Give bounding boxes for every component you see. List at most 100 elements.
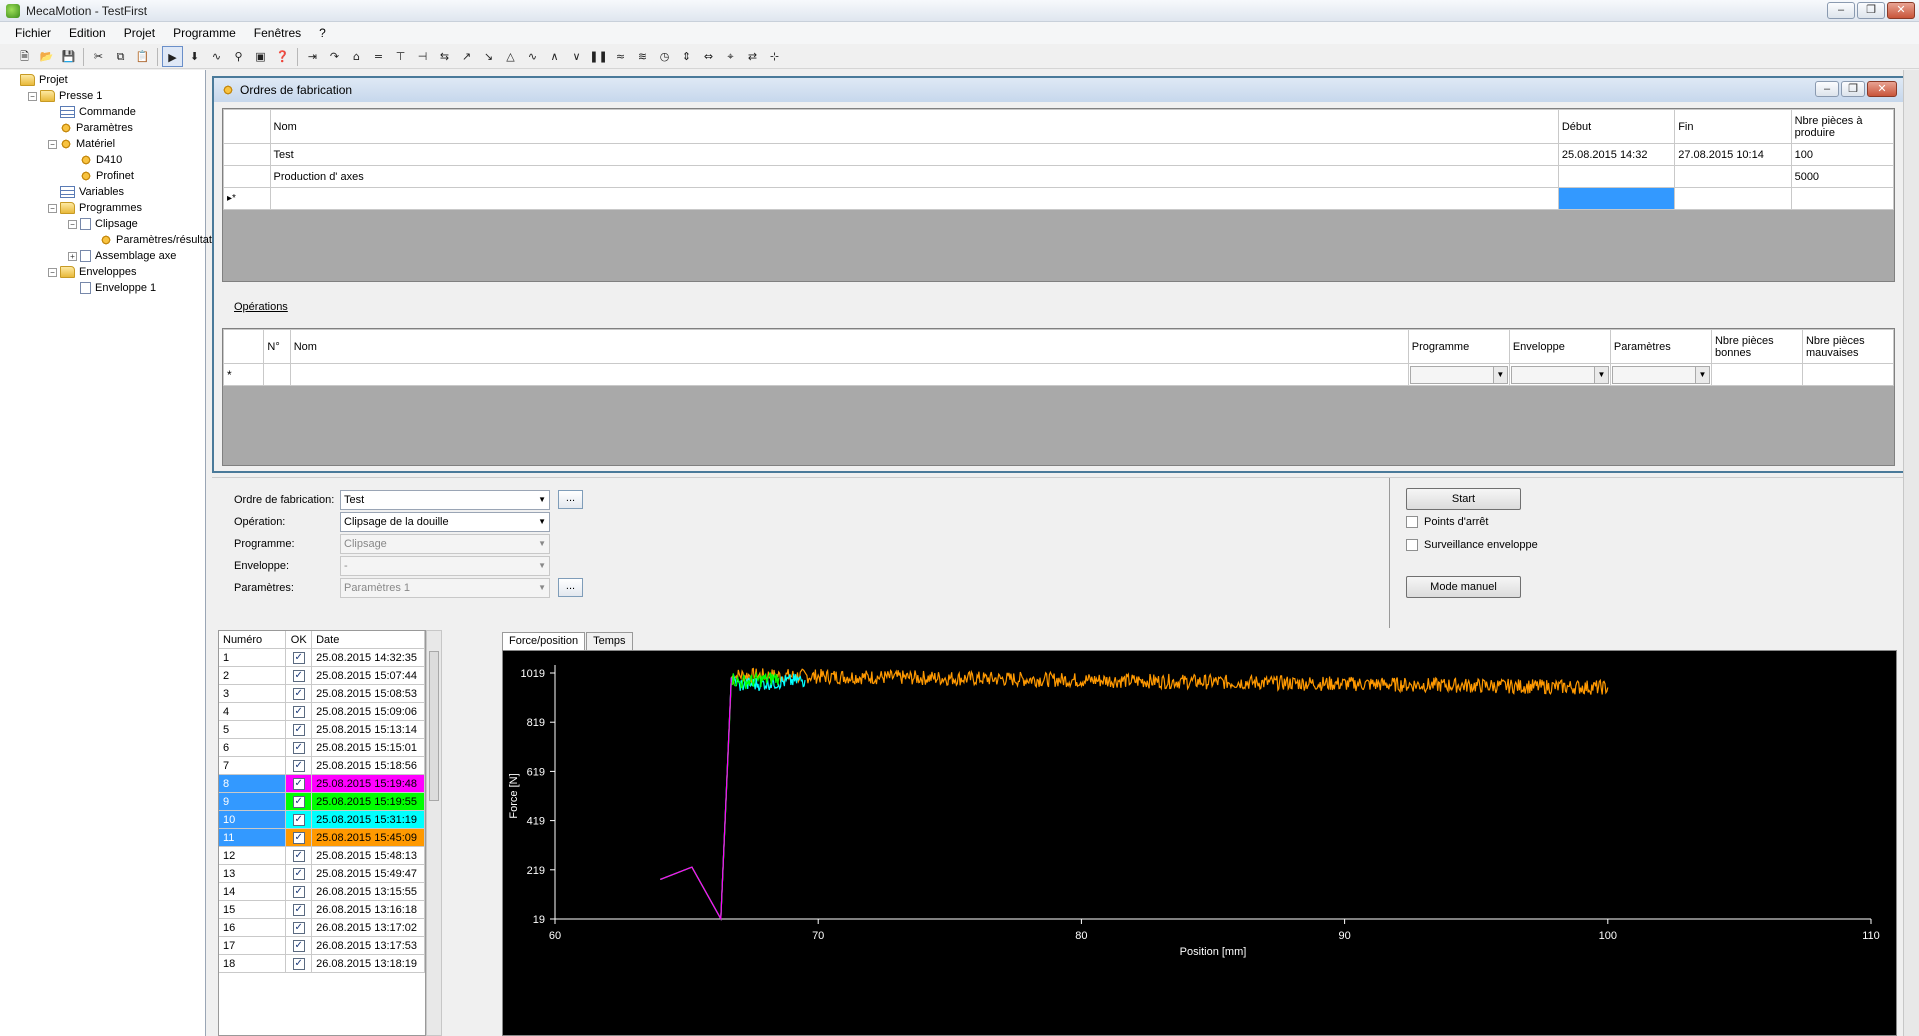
check-icon[interactable]: ✓	[292, 651, 305, 664]
cell-ok[interactable]: ✓	[286, 811, 313, 828]
cell-numero[interactable]: 10	[219, 811, 287, 828]
cell-ok[interactable]: ✓	[286, 721, 313, 738]
peak-down-icon[interactable]: ∨	[566, 46, 587, 67]
tree-item-profinet[interactable]: Profinet	[68, 168, 134, 184]
cell-date[interactable]: 26.08.2015 13:18:19	[312, 955, 425, 972]
parametres-browse-button[interactable]: ...	[558, 578, 583, 597]
paste-icon[interactable]: 📋	[132, 46, 153, 67]
cell-ok[interactable]: ✓	[286, 883, 313, 900]
list-item[interactable]: 4 ✓ 25.08.2015 15:09:06	[219, 703, 425, 721]
cell-fin[interactable]	[1674, 165, 1792, 188]
chevron-down-icon[interactable]: ▼	[1694, 366, 1709, 383]
cell-date[interactable]: 25.08.2015 15:19:48	[312, 775, 425, 792]
arrows-icon[interactable]: ⇄	[742, 46, 763, 67]
list-item[interactable]: 17 ✓ 26.08.2015 13:17:53	[219, 937, 425, 955]
child-close-button[interactable]: ✕	[1867, 81, 1897, 97]
enveloppe-combo[interactable]: ▼	[1508, 363, 1611, 386]
col-op-nom[interactable]: Nom	[289, 329, 1409, 364]
chevron-down-icon[interactable]: ▼	[538, 491, 546, 509]
wave-icon[interactable]: ≈	[610, 46, 631, 67]
cell-numero[interactable]: 5	[219, 721, 287, 738]
cell-date[interactable]: 25.08.2015 15:13:14	[312, 721, 425, 738]
cell-ok[interactable]: ✓	[286, 667, 313, 684]
cell-date[interactable]: 25.08.2015 15:15:01	[312, 739, 425, 756]
cell-date[interactable]: 25.08.2015 15:48:13	[312, 847, 425, 864]
cell-nbre[interactable]: 5000	[1790, 165, 1895, 188]
list-item[interactable]: 13 ✓ 25.08.2015 15:49:47	[219, 865, 425, 883]
col-nbre[interactable]: Nbre pièces à produire	[1790, 109, 1895, 144]
list-item[interactable]: 12 ✓ 25.08.2015 15:48:13	[219, 847, 425, 865]
cell-date[interactable]: 26.08.2015 13:17:02	[312, 919, 425, 936]
cell-numero[interactable]: 8	[219, 775, 287, 792]
menu-projet[interactable]: Projet	[115, 26, 164, 40]
check-icon[interactable]: ✓	[292, 939, 305, 952]
menu-help[interactable]: ?	[310, 26, 335, 40]
cell-mauvaises[interactable]	[1801, 363, 1895, 386]
move-rel-icon[interactable]: ↷	[324, 46, 345, 67]
tree-item-assemblage-axe[interactable]: + Assemblage axe	[68, 248, 176, 264]
list-item[interactable]: 10 ✓ 25.08.2015 15:31:19	[219, 811, 425, 829]
peak-up-icon[interactable]: ∧	[544, 46, 565, 67]
list-item[interactable]: 2 ✓ 25.08.2015 15:07:44	[219, 667, 425, 685]
row-header[interactable]	[223, 165, 271, 188]
triangle-icon[interactable]: △	[500, 46, 521, 67]
cell-fin[interactable]	[1674, 187, 1792, 210]
wave2-icon[interactable]: ≋	[632, 46, 653, 67]
tree-item-variables[interactable]: Variables	[48, 184, 124, 200]
list-item[interactable]: 15 ✓ 26.08.2015 13:16:18	[219, 901, 425, 919]
cell-numero[interactable]: 3	[219, 685, 287, 702]
open-folder-icon[interactable]: 📂	[36, 46, 57, 67]
clock-icon[interactable]: ◷	[654, 46, 675, 67]
search-graph-icon[interactable]: ⚲	[228, 46, 249, 67]
cell-numero[interactable]: 17	[219, 937, 287, 954]
restore-button[interactable]: ❐	[1857, 2, 1885, 19]
ramp-icon[interactable]: ↗	[456, 46, 477, 67]
col-date[interactable]: Date	[312, 631, 425, 648]
cell-date[interactable]: 25.08.2015 15:45:09	[312, 829, 425, 846]
list-item[interactable]: 16 ✓ 26.08.2015 13:17:02	[219, 919, 425, 937]
cell-ok[interactable]: ✓	[286, 703, 313, 720]
col-bonnes[interactable]: Nbre pièces bonnes	[1710, 329, 1803, 364]
new-row[interactable]: * ▼ ▼ ▼	[222, 363, 1895, 386]
tree-item-projet[interactable]: Projet	[8, 72, 68, 88]
tab-force-position[interactable]: Force/position	[502, 632, 586, 650]
cell-num[interactable]	[263, 363, 291, 386]
cell-ok[interactable]: ✓	[286, 865, 313, 882]
tree-item-param-tres-r-sultats[interactable]: Paramètres/résultats	[88, 232, 217, 248]
child-minimize-button[interactable]: –	[1815, 81, 1839, 97]
cell-ok[interactable]: ✓	[286, 955, 313, 972]
help-icon[interactable]: ❓	[272, 46, 293, 67]
collapse-icon[interactable]: −	[48, 267, 57, 277]
expand-icon[interactable]: ⇔	[698, 46, 719, 67]
list-item[interactable]: 3 ✓ 25.08.2015 15:08:53	[219, 685, 425, 703]
ordre-browse-button[interactable]: ...	[558, 490, 583, 509]
surveillance-checkbox[interactable]: Surveillance enveloppe	[1406, 539, 1538, 551]
cell-ok[interactable]: ✓	[286, 685, 313, 702]
menu-edition[interactable]: Edition	[60, 26, 115, 40]
child-restore-button[interactable]: ❐	[1841, 81, 1865, 97]
scrollbar-thumb[interactable]	[429, 651, 439, 801]
move-abs-icon[interactable]: ⇥	[302, 46, 323, 67]
force-icon[interactable]: ⊤	[390, 46, 411, 67]
curve-icon[interactable]: ∿	[522, 46, 543, 67]
check-icon[interactable]: ✓	[292, 795, 305, 808]
cell-nom[interactable]: Production d' axes	[269, 165, 1559, 188]
cell-ok[interactable]: ✓	[286, 901, 313, 918]
cell-numero[interactable]: 15	[219, 901, 287, 918]
mode-manuel-button[interactable]: Mode manuel	[1406, 576, 1521, 598]
cell-numero[interactable]: 7	[219, 757, 287, 774]
row-header[interactable]	[223, 143, 271, 166]
cell-ok[interactable]: ✓	[286, 739, 313, 756]
results-scrollbar[interactable]	[426, 630, 442, 1036]
table-row[interactable]: Production d' axes 5000	[223, 165, 1895, 188]
cell-ok[interactable]: ✓	[286, 937, 313, 954]
cut-icon[interactable]: ✂	[88, 46, 109, 67]
cell-numero[interactable]: 13	[219, 865, 287, 882]
cell-numero[interactable]: 2	[219, 667, 287, 684]
run-step-icon[interactable]: ▶	[162, 46, 183, 67]
cell-date[interactable]: 25.08.2015 15:08:53	[312, 685, 425, 702]
check-icon[interactable]: ✓	[292, 741, 305, 754]
new-row-marker[interactable]: *	[222, 363, 265, 386]
close-button[interactable]: ✕	[1887, 2, 1915, 19]
list-item[interactable]: 8 ✓ 25.08.2015 15:19:48	[219, 775, 425, 793]
